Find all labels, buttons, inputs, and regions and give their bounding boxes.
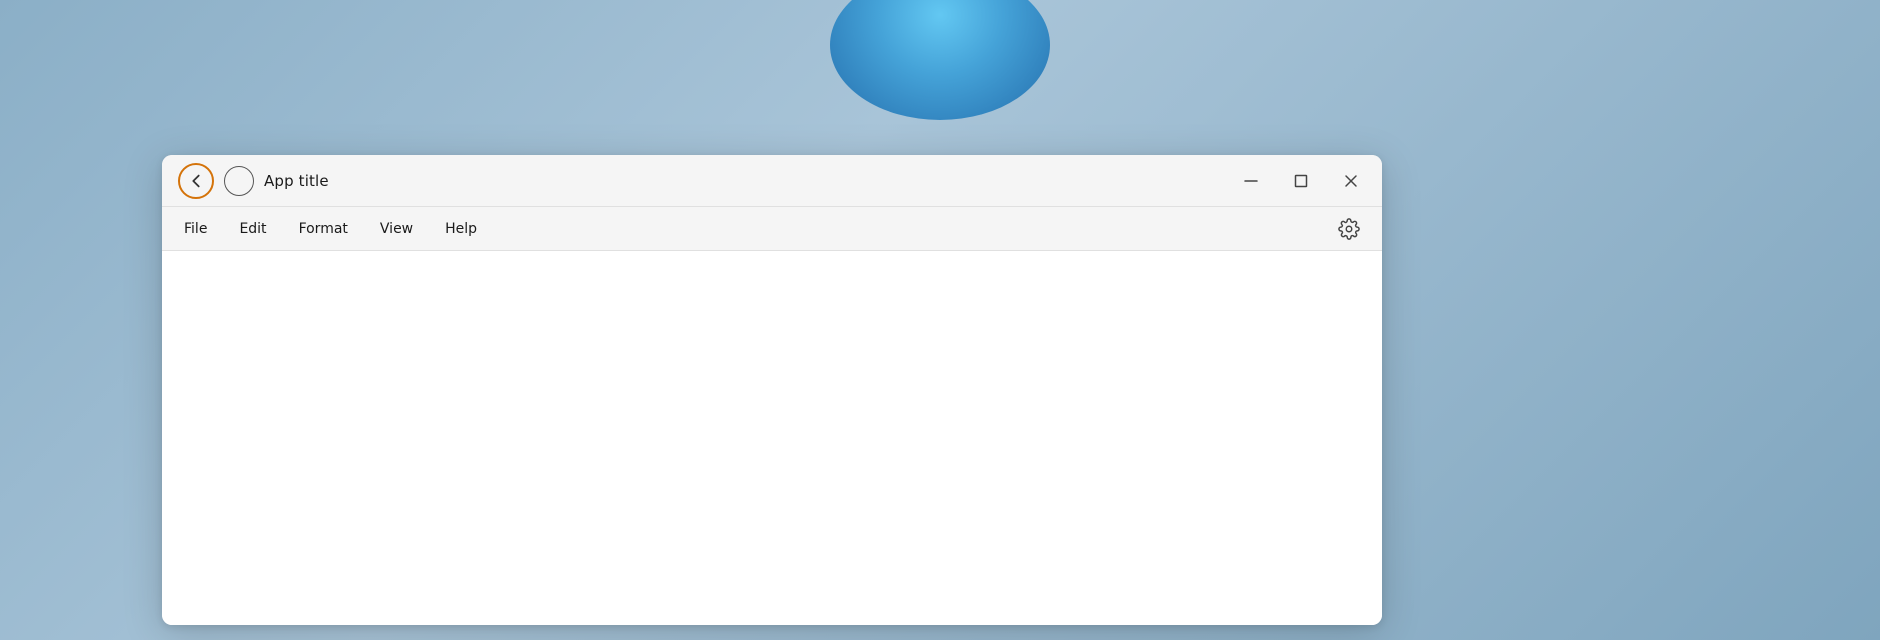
title-bar-controls xyxy=(1236,166,1366,196)
app-title: App title xyxy=(264,172,329,190)
app-window: App title File Ed xyxy=(162,155,1382,625)
minimize-icon xyxy=(1243,173,1259,189)
maximize-icon xyxy=(1293,173,1309,189)
minimize-button[interactable] xyxy=(1236,166,1266,196)
close-icon xyxy=(1343,173,1359,189)
menu-item-help[interactable]: Help xyxy=(431,215,491,243)
maximize-button[interactable] xyxy=(1286,166,1316,196)
menu-items: File Edit Format View Help xyxy=(170,215,1332,243)
menu-bar: File Edit Format View Help xyxy=(162,207,1382,251)
back-button[interactable] xyxy=(178,163,214,199)
app-circle-icon xyxy=(224,166,254,196)
menu-bar-right xyxy=(1332,212,1374,246)
gear-icon xyxy=(1338,218,1360,240)
title-bar-left: App title xyxy=(178,163,1236,199)
menu-item-edit[interactable]: Edit xyxy=(225,215,280,243)
back-arrow-icon xyxy=(187,172,205,190)
settings-button[interactable] xyxy=(1332,212,1366,246)
content-area xyxy=(162,251,1382,625)
menu-item-format[interactable]: Format xyxy=(285,215,362,243)
title-bar: App title xyxy=(162,155,1382,207)
menu-item-file[interactable]: File xyxy=(170,215,221,243)
close-button[interactable] xyxy=(1336,166,1366,196)
decorative-orb xyxy=(830,0,1050,120)
menu-item-view[interactable]: View xyxy=(366,215,427,243)
